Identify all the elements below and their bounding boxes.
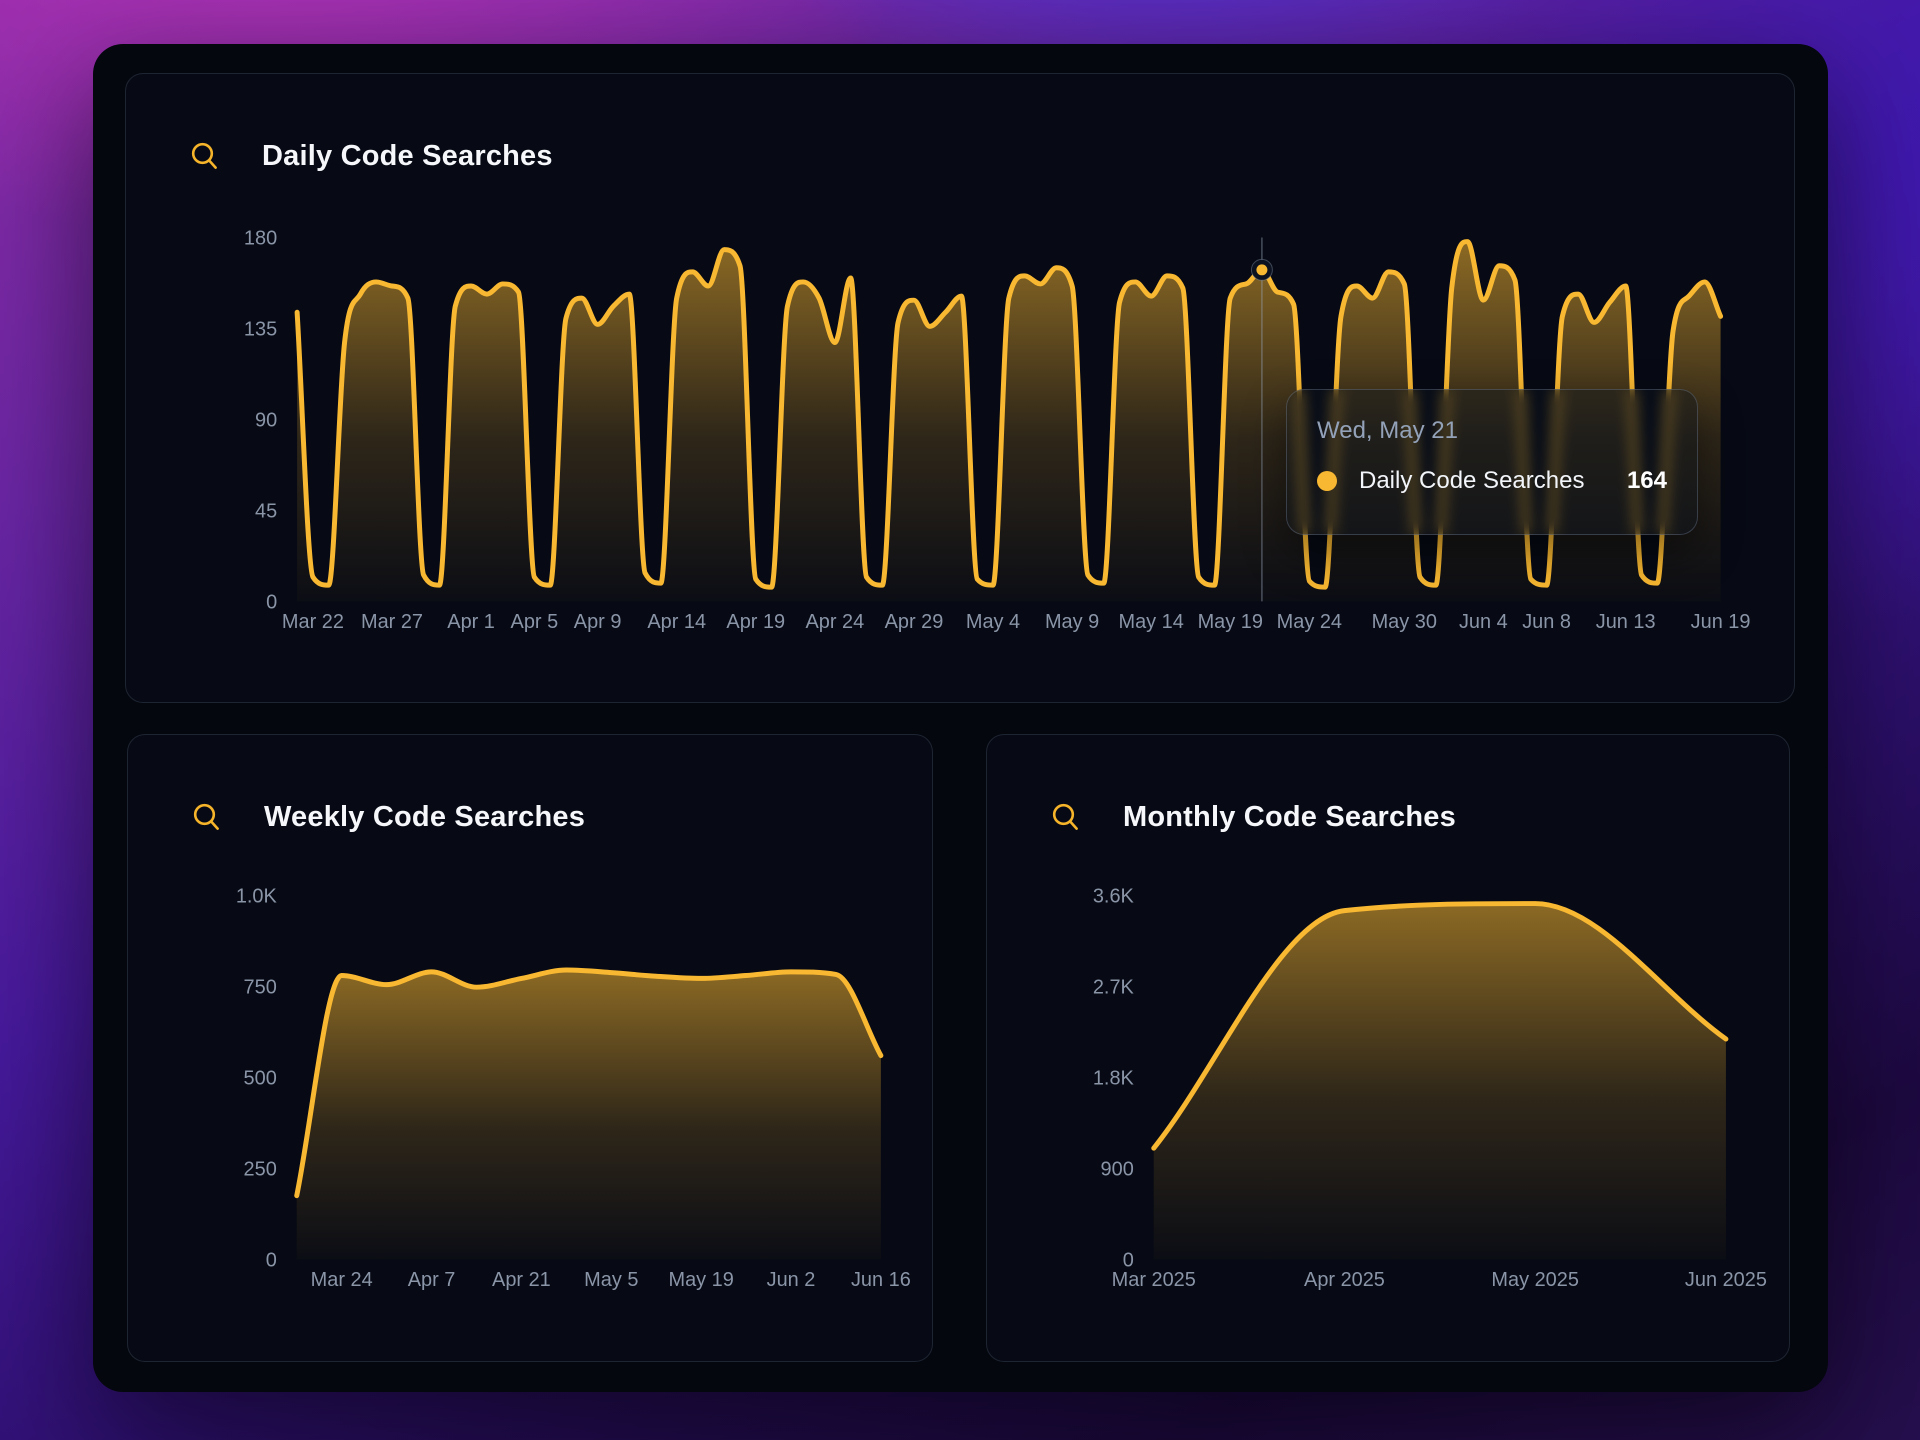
y-tick-label: 750 (244, 976, 277, 998)
y-tick-label: 135 (244, 318, 277, 340)
tooltip-value: 164 (1627, 466, 1667, 496)
y-tick-label: 180 (244, 227, 277, 249)
x-tick-label: May 14 (1119, 611, 1184, 633)
x-tick-label: May 4 (966, 611, 1020, 633)
tooltip-date: Wed, May 21 (1317, 417, 1667, 445)
x-tick-label: May 24 (1277, 611, 1342, 633)
x-tick-label: Jun 13 (1596, 611, 1656, 633)
highlight-dot (1256, 264, 1267, 275)
x-tick-label: May 9 (1045, 611, 1099, 633)
x-tick-label: Apr 9 (574, 611, 622, 633)
x-tick-label: Mar 22 (282, 611, 344, 633)
weekly-area-fill (297, 970, 881, 1259)
x-tick-label: Apr 5 (511, 611, 559, 633)
y-tick-label: 0 (266, 591, 277, 613)
y-tick-label: 2.7K (1093, 976, 1135, 998)
x-tick-label: Mar 27 (361, 611, 423, 633)
x-tick-label: Mar 2025 (1112, 1269, 1196, 1291)
x-tick-label: Jun 8 (1522, 611, 1571, 633)
y-tick-label: 900 (1101, 1158, 1134, 1180)
x-tick-label: Jun 2025 (1685, 1269, 1767, 1291)
daily-searches-card: Daily Code Searches 0 45 90 135 180 Mar 22 Mar… (125, 73, 1795, 703)
series-dot-icon (1317, 471, 1337, 491)
weekly-searches-card: Weekly Code Searches 0 250 500 750 1.0K Mar 2… (127, 734, 933, 1362)
x-tick-label: Apr 19 (726, 611, 785, 633)
y-tick-label: 3.6K (1093, 885, 1135, 907)
monthly-area-fill (1154, 904, 1726, 1260)
y-tick-label: 0 (1123, 1249, 1134, 1271)
search-icon (190, 141, 220, 171)
x-tick-label: Jun 19 (1691, 611, 1751, 633)
x-tick-label: Apr 29 (885, 611, 944, 633)
y-tick-label: 500 (244, 1067, 277, 1089)
chart-tooltip: Wed, May 21 Daily Code Searches 164 (1286, 389, 1698, 535)
y-tick-label: 250 (244, 1158, 277, 1180)
x-tick-label: Apr 14 (647, 611, 706, 633)
y-tick-label: 90 (255, 409, 277, 431)
dashboard-window: Daily Code Searches 0 45 90 135 180 Mar 22 Mar… (93, 44, 1828, 1392)
tooltip-series-label: Daily Code Searches (1359, 466, 1584, 496)
y-tick-label: 0 (266, 1249, 277, 1271)
x-tick-label: Jun 16 (851, 1269, 911, 1291)
search-icon (192, 802, 222, 832)
x-tick-label: May 30 (1372, 611, 1437, 633)
search-icon (1051, 802, 1081, 832)
x-tick-label: May 5 (584, 1269, 638, 1291)
card-header: Daily Code Searches (190, 138, 553, 174)
y-tick-label: 45 (255, 500, 277, 522)
x-tick-label: May 2025 (1491, 1269, 1579, 1291)
y-tick-label: 1.8K (1093, 1067, 1135, 1089)
x-tick-label: Apr 2025 (1304, 1269, 1385, 1291)
card-header: Monthly Code Searches (1051, 799, 1456, 835)
x-tick-label: May 19 (668, 1269, 733, 1291)
card-title: Daily Code Searches (262, 138, 553, 174)
card-header: Weekly Code Searches (192, 799, 585, 835)
x-tick-label: Apr 1 (447, 611, 495, 633)
y-tick-label: 1.0K (236, 885, 278, 907)
x-tick-label: Jun 2 (767, 1269, 816, 1291)
x-tick-label: Jun 4 (1459, 611, 1508, 633)
x-tick-label: Apr 7 (408, 1269, 456, 1291)
monthly-searches-card: Monthly Code Searches 0 900 1.8K 2.7K 3.6K Ma… (986, 734, 1790, 1362)
x-tick-label: Apr 21 (492, 1269, 551, 1291)
x-tick-label: May 19 (1198, 611, 1263, 633)
x-tick-label: Mar 24 (311, 1269, 373, 1291)
card-title: Monthly Code Searches (1123, 799, 1456, 835)
card-title: Weekly Code Searches (264, 799, 585, 835)
tooltip-row: Daily Code Searches 164 (1317, 466, 1667, 496)
x-tick-label: Apr 24 (806, 611, 865, 633)
